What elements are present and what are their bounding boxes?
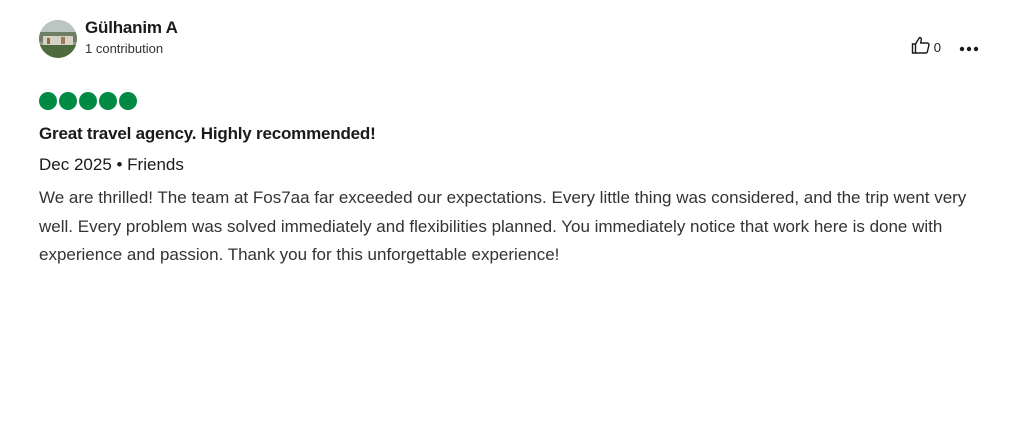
review-card: Gülhanim A 1 contribution 0 Great travel… [0,0,1024,431]
contribution-count: 1 contribution [85,40,164,56]
review-title[interactable]: Great travel agency. Highly recommended! [39,124,376,144]
rating-bubble-icon [99,92,117,110]
rating-bubble-icon [119,92,137,110]
review-text: We are thrilled! The team at Fos7aa far … [39,188,967,264]
thumbs-up-icon [911,36,931,59]
rating-bubble-icon [39,92,57,110]
more-options-button[interactable] [959,39,979,57]
avatar[interactable] [39,20,77,58]
review-date-trip-type: Dec 2025 • Friends [39,155,184,174]
review-actions: 0 [911,36,979,59]
helpful-vote-button[interactable]: 0 [911,36,941,59]
user-meta: Gülhanim A 1 contribution [85,18,178,57]
rating-bubble-icon [79,92,97,110]
review-author: Gülhanim A 1 contribution [39,18,178,58]
helpful-vote-count: 0 [933,39,941,55]
more-horizontal-icon [959,39,979,57]
rating-bubble-icon [59,92,77,110]
bubble-rating [39,92,139,110]
user-name[interactable]: Gülhanim A [85,18,178,38]
